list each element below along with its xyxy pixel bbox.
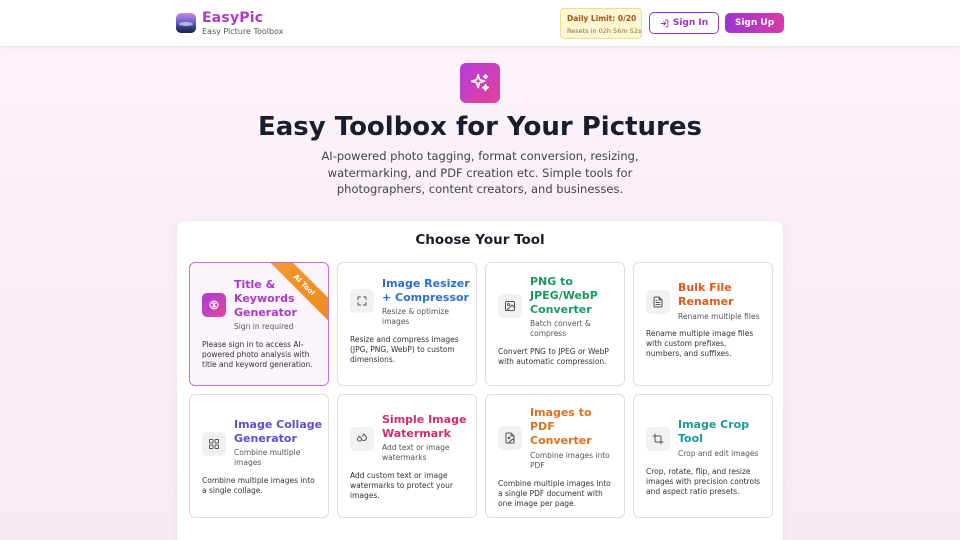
expand-icon (350, 289, 374, 313)
tool-title: Images to PDF Converter (530, 406, 592, 447)
tool-subtitle: Combine multiple images (234, 448, 301, 467)
tool-subtitle: Combine images into PDF (530, 451, 610, 470)
crop-icon (646, 427, 670, 451)
limit-reset-text: Resets in 02h 56m 52s (567, 27, 642, 35)
file-text-icon (646, 290, 670, 314)
tool-subtitle: Resize & optimize images (382, 307, 449, 326)
tool-description: Combine multiple images into a single co… (202, 476, 315, 495)
tool-title: Bulk File Renamer (678, 281, 734, 308)
daily-limit-text: Daily Limit: 0/20 (567, 14, 637, 23)
brain-icon (202, 293, 226, 317)
tool-description: Combine multiple images into a single PD… (498, 479, 611, 508)
tool-card-title-keywords[interactable]: Title & Keywords Generator Sign in requi… (189, 262, 329, 386)
tool-subtitle: Add text or image watermarks (382, 443, 450, 462)
tool-subtitle: Sign in required (234, 322, 294, 331)
tool-description: Resize and compress images (JPG, PNG, We… (350, 335, 459, 364)
log-in-icon (660, 19, 669, 27)
tool-card-bulk-renamer[interactable]: Bulk File Renamer Rename multiple files … (633, 262, 773, 386)
sign-up-button[interactable]: Sign Up (725, 13, 784, 33)
tool-card-watermark[interactable]: Simple Image Watermark Add text or image… (337, 394, 477, 518)
tool-title: Simple Image Watermark (382, 413, 467, 440)
tool-subtitle: Batch convert & compress (530, 319, 591, 338)
sign-in-button[interactable]: Sign In (649, 12, 719, 34)
file-image-icon (498, 426, 522, 450)
tool-card-collage[interactable]: Image Collage Generator Combine multiple… (189, 394, 329, 518)
image-icon (498, 294, 522, 318)
brand-tagline: Easy Picture Toolbox (202, 27, 284, 36)
tool-description: Please sign in to access AI-powered phot… (202, 340, 313, 369)
tool-description: Add custom text or image watermarks to p… (350, 471, 453, 500)
tool-title: Image Resizer + Compressor (382, 277, 470, 304)
tool-card-crop[interactable]: Image Crop Tool Crop and edit images Cro… (633, 394, 773, 518)
sparkles-icon (460, 63, 500, 103)
brand-name[interactable]: EasyPic (202, 10, 263, 26)
tool-title: PNG to JPEG/WebP Converter (530, 275, 598, 316)
droplet-icon (350, 427, 374, 451)
grid-icon (202, 432, 226, 456)
hero-title: Easy Toolbox for Your Pictures (258, 112, 702, 142)
hero-description: AI-powered photo tagging, format convers… (321, 149, 639, 196)
tool-card-images-to-pdf[interactable]: Images to PDF Converter Combine images i… (485, 394, 625, 518)
tool-title: Image Crop Tool (678, 418, 750, 445)
tool-card-image-resizer[interactable]: Image Resizer + Compressor Resize & opti… (337, 262, 477, 386)
tool-card-png-converter[interactable]: PNG to JPEG/WebP Converter Batch convert… (485, 262, 625, 386)
top-header: EasyPic Easy Picture Toolbox Daily Limit… (0, 0, 960, 47)
daily-limit-badge: Daily Limit: 0/20 Resets in 02h 56m 52s (560, 8, 642, 39)
tool-title: Image Collage Generator (234, 418, 323, 445)
tool-description: Crop, rotate, flip, and resize images wi… (646, 467, 761, 496)
logo-icon[interactable] (176, 13, 196, 33)
tool-subtitle: Crop and edit images (678, 449, 759, 458)
tool-subtitle: Rename multiple files (678, 312, 760, 321)
tool-description: Rename multiple image files with custom … (646, 329, 754, 358)
tools-section-title: Choose Your Tool (415, 232, 545, 248)
sign-in-label: Sign In (672, 18, 709, 28)
tool-description: Convert PNG to JPEG or WebP with automat… (498, 347, 609, 366)
